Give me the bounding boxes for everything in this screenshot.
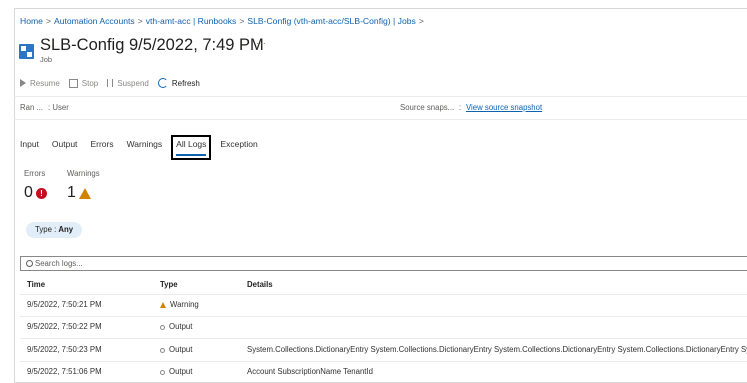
breadcrumb-automation-accounts[interactable]: Automation Accounts <box>54 16 135 26</box>
search-logs-input[interactable]: Search logs... <box>20 256 747 271</box>
row-3-type: Output <box>160 345 192 354</box>
suspend-button[interactable]: Suspend <box>107 79 149 88</box>
output-icon <box>160 325 165 330</box>
divider <box>20 294 747 295</box>
type-filter-pill[interactable]: Type : Any <box>26 222 83 238</box>
refresh-button[interactable]: Refresh <box>157 78 200 88</box>
page-title: SLB-Config 9/5/2022, 7:49 PM <box>40 36 264 54</box>
play-icon <box>20 79 26 87</box>
view-source-snapshot-link[interactable]: View source snapshot <box>466 103 542 112</box>
blade-frame <box>14 8 747 383</box>
resume-button[interactable]: Resume <box>20 79 60 88</box>
tab-warnings[interactable]: Warnings <box>127 139 163 156</box>
row-1-type: Warning <box>160 300 199 309</box>
row-2-time[interactable]: 9/5/2022, 7:50:22 PM <box>27 322 102 331</box>
tab-all-logs[interactable]: All Logs <box>171 135 212 160</box>
toolbar: Resume Stop Suspend Refresh <box>20 78 200 88</box>
errors-label: Errors <box>24 169 46 178</box>
row-2-type: Output <box>160 322 192 331</box>
page-subtitle: Job <box>40 55 53 64</box>
divider <box>20 361 747 362</box>
output-icon <box>160 348 165 353</box>
breadcrumb-runbooks[interactable]: vth-amt-acc | Runbooks <box>146 16 237 26</box>
output-icon <box>160 370 165 375</box>
divider <box>14 96 747 97</box>
ran-by-value: : User <box>48 103 69 112</box>
refresh-icon <box>157 78 168 88</box>
tab-input[interactable]: Input <box>20 139 39 156</box>
row-4-type: Output <box>160 367 192 376</box>
stop-icon <box>68 78 78 88</box>
breadcrumb-home[interactable]: Home <box>20 16 43 26</box>
warnings-label: Warnings <box>67 169 100 178</box>
tab-errors[interactable]: Errors <box>90 139 113 156</box>
divider <box>20 338 747 339</box>
row-3-details: System.Collections.DictionaryEntry Syste… <box>247 345 747 354</box>
pause-icon <box>107 79 114 87</box>
divider <box>20 316 747 317</box>
row-4-time[interactable]: 9/5/2022, 7:51:06 PM <box>27 367 102 376</box>
warning-icon <box>78 187 91 199</box>
source-snapshot-sep: : <box>459 103 462 112</box>
row-1-time[interactable]: 9/5/2022, 7:50:21 PM <box>27 300 102 309</box>
error-icon: ! <box>35 187 47 199</box>
warning-icon <box>160 302 166 308</box>
tab-exception[interactable]: Exception <box>220 139 257 156</box>
column-type[interactable]: Type <box>160 280 178 289</box>
warnings-count: 1 <box>67 184 91 202</box>
row-4-details: Account SubscriptionName TenantId <box>247 367 373 376</box>
column-details[interactable]: Details <box>247 280 273 289</box>
errors-count: 0 ! <box>24 184 47 202</box>
tab-bar: Input Output Errors Warnings All Logs Ex… <box>20 135 271 160</box>
more-options-icon[interactable]: ··· <box>256 38 266 49</box>
source-snapshot-label: Source snaps... <box>400 103 455 112</box>
breadcrumb-jobs[interactable]: SLB-Config (vth-amt-acc/SLB-Config) | Jo… <box>247 16 415 26</box>
breadcrumb: Home > Automation Accounts > vth-amt-acc | R… <box>20 16 424 26</box>
divider <box>14 119 747 120</box>
tab-output[interactable]: Output <box>52 139 78 156</box>
search-icon <box>26 260 33 268</box>
job-icon <box>19 44 34 59</box>
column-time[interactable]: Time <box>27 280 45 289</box>
stop-button[interactable]: Stop <box>68 78 98 88</box>
row-3-time[interactable]: 9/5/2022, 7:50:23 PM <box>27 345 102 354</box>
ran-by-label: Ran ... <box>20 103 43 112</box>
